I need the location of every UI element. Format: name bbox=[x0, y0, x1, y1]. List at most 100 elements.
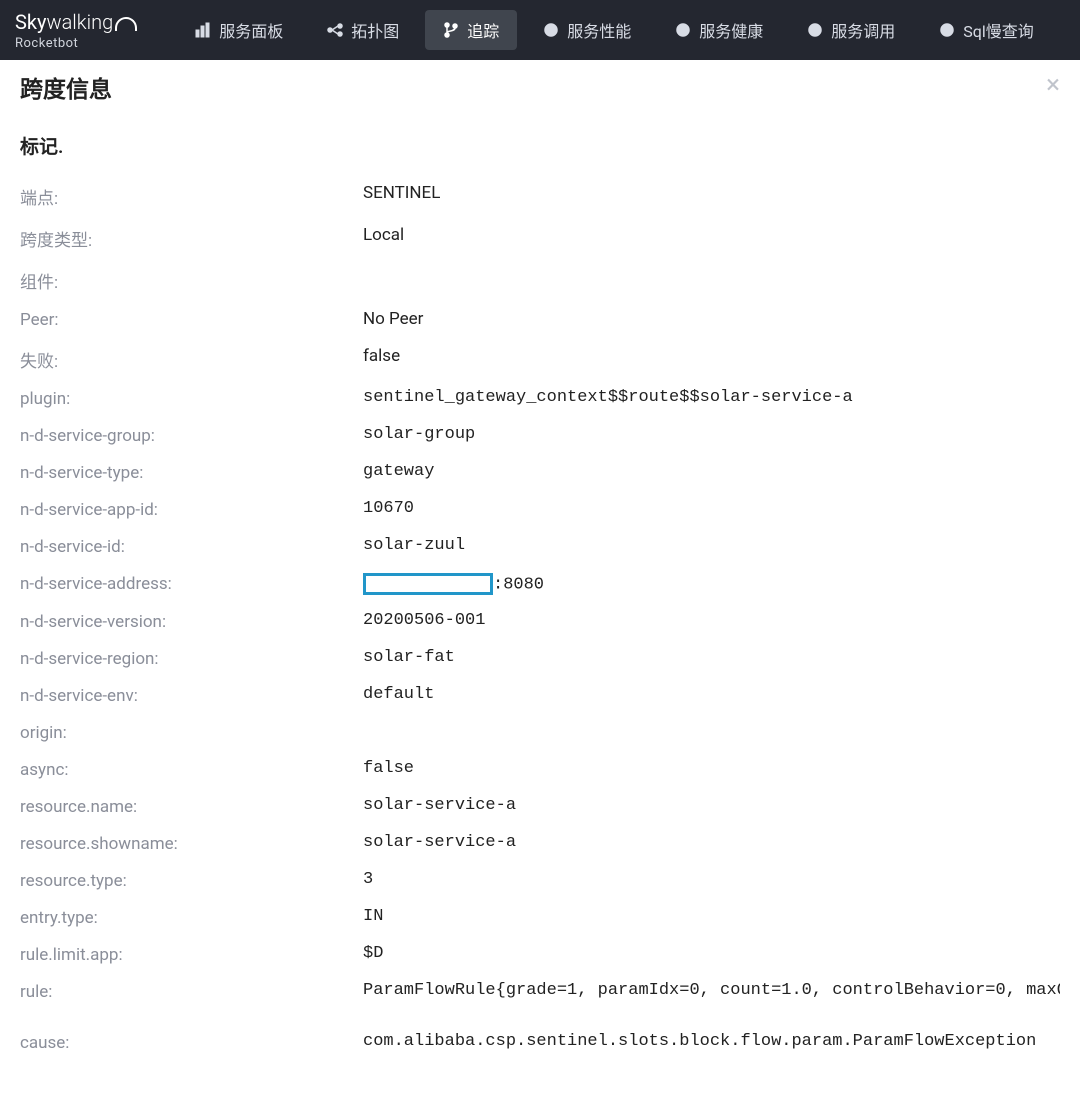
detail-row: rule.limit.app:$D bbox=[20, 944, 1060, 965]
detail-value: solar-service-a bbox=[363, 796, 1060, 815]
detail-value-wrap: solar-group bbox=[363, 425, 1060, 444]
span-detail-panel: × 跨度信息 标记. 端点:SENTINEL 跨度类型:Local 组件: Peer:… bbox=[0, 60, 1080, 1093]
detail-value: Local bbox=[363, 225, 1060, 245]
detail-row: rule:ParamFlowRule{grade=1, paramIdx=0, … bbox=[20, 981, 1060, 1016]
detail-key: n-d-service-env: bbox=[20, 685, 363, 706]
detail-row: resource.name:solar-service-a bbox=[20, 796, 1060, 817]
detail-value-wrap: solar-service-a bbox=[363, 833, 1060, 852]
detail-key: rule.limit.app: bbox=[20, 944, 363, 965]
gauge-icon bbox=[939, 22, 955, 38]
detail-key: n-d-service-region: bbox=[20, 648, 363, 669]
detail-value: $D bbox=[363, 944, 1060, 963]
nav-tab-2[interactable]: 追踪 bbox=[425, 10, 517, 50]
detail-value: 20200506-001 bbox=[363, 611, 1060, 630]
detail-row: plugin:sentinel_gateway_context$$route$$… bbox=[20, 388, 1060, 409]
detail-key: async: bbox=[20, 759, 363, 780]
close-button[interactable]: × bbox=[1046, 72, 1060, 98]
detail-row: entry.type:IN bbox=[20, 907, 1060, 928]
nav-tab-label: 服务健康 bbox=[699, 18, 763, 42]
nav-tab-5[interactable]: 服务调用 bbox=[789, 10, 913, 50]
detail-row: 端点:SENTINEL bbox=[20, 183, 1060, 209]
chart-bar-icon bbox=[195, 22, 211, 38]
detail-row: Peer:No Peer bbox=[20, 309, 1060, 330]
detail-value: 3 bbox=[363, 870, 1060, 889]
nav-tab-label: 服务调用 bbox=[831, 18, 895, 42]
nav-tab-label: 服务性能 bbox=[567, 18, 631, 42]
detail-value-wrap: false bbox=[363, 759, 1060, 778]
detail-row: 失败:false bbox=[20, 346, 1060, 372]
details-list: 端点:SENTINEL跨度类型:Local组件:Peer:No Peer失败:f… bbox=[20, 183, 1060, 1053]
nav-tab-label: 拓扑图 bbox=[351, 18, 399, 42]
panel-title: 跨度信息 bbox=[20, 70, 1060, 104]
detail-row: n-d-service-region:solar-fat bbox=[20, 648, 1060, 669]
top-nav-bar: Skywalking Rocketbot 服务面板拓扑图追踪服务性能服务健康服务… bbox=[0, 0, 1080, 60]
nav-tab-0[interactable]: 服务面板 bbox=[177, 10, 301, 50]
detail-row: n-d-service-app-id:10670 bbox=[20, 499, 1060, 520]
detail-row: n-d-service-address::8080 bbox=[20, 573, 1060, 595]
detail-value: com.alibaba.csp.sentinel.slots.block.flo… bbox=[363, 1032, 1060, 1051]
detail-value-wrap: gateway bbox=[363, 462, 1060, 481]
logo-subtext: Rocketbot bbox=[15, 36, 137, 51]
detail-key: 组件: bbox=[20, 267, 363, 293]
detail-key: rule: bbox=[20, 981, 363, 1002]
detail-value: No Peer bbox=[363, 309, 1060, 329]
section-title: 标记. bbox=[20, 132, 1060, 159]
nav-tab-4[interactable]: 服务健康 bbox=[657, 10, 781, 50]
detail-key: n-d-service-group: bbox=[20, 425, 363, 446]
detail-key: 失败: bbox=[20, 346, 363, 372]
detail-value: gateway bbox=[363, 462, 1060, 481]
nav-tab-label: Sql慢查询 bbox=[963, 18, 1034, 42]
detail-key: n-d-service-version: bbox=[20, 611, 363, 632]
detail-row: n-d-service-env:default bbox=[20, 685, 1060, 706]
nav-tab-6[interactable]: Sql慢查询 bbox=[921, 10, 1052, 50]
detail-row: n-d-service-version:20200506-001 bbox=[20, 611, 1060, 632]
detail-value-wrap: SENTINEL bbox=[363, 183, 1060, 203]
detail-value-wrap: 20200506-001 bbox=[363, 611, 1060, 630]
detail-row: resource.type:3 bbox=[20, 870, 1060, 891]
nav-tab-1[interactable]: 拓扑图 bbox=[309, 10, 417, 50]
gauge-icon bbox=[675, 22, 691, 38]
detail-key: plugin: bbox=[20, 388, 363, 409]
detail-value: solar-fat bbox=[363, 648, 1060, 667]
detail-value: :8080 bbox=[363, 573, 1060, 595]
detail-row: n-d-service-type:gateway bbox=[20, 462, 1060, 483]
redacted-box bbox=[363, 573, 493, 595]
logo-arc-icon bbox=[115, 17, 137, 31]
detail-value-wrap: sentinel_gateway_context$$route$$solar-s… bbox=[363, 388, 1060, 407]
detail-key: 端点: bbox=[20, 183, 363, 209]
detail-value: false bbox=[363, 346, 1060, 366]
detail-row: n-d-service-id:solar-zuul bbox=[20, 536, 1060, 557]
detail-value-wrap: com.alibaba.csp.sentinel.slots.block.flo… bbox=[363, 1032, 1060, 1051]
detail-row: resource.showname:solar-service-a bbox=[20, 833, 1060, 854]
nav-tab-3[interactable]: 服务性能 bbox=[525, 10, 649, 50]
detail-row: cause:com.alibaba.csp.sentinel.slots.blo… bbox=[20, 1032, 1060, 1053]
detail-value-wrap: default bbox=[363, 685, 1060, 704]
detail-value: default bbox=[363, 685, 1060, 704]
branch-icon bbox=[443, 22, 459, 38]
detail-value: ParamFlowRule{grade=1, paramIdx=0, count… bbox=[363, 981, 1060, 1000]
detail-key: n-d-service-type: bbox=[20, 462, 363, 483]
detail-key: n-d-service-address: bbox=[20, 573, 363, 594]
detail-value: solar-zuul bbox=[363, 536, 1060, 555]
detail-row: origin: bbox=[20, 722, 1060, 743]
nav-tab-label: 追踪 bbox=[467, 18, 499, 42]
detail-key: 跨度类型: bbox=[20, 225, 363, 251]
logo-text-sky: Sky bbox=[15, 10, 46, 34]
detail-key: entry.type: bbox=[20, 907, 363, 928]
nav-tab-label: 服务面板 bbox=[219, 18, 283, 42]
detail-value-wrap: IN bbox=[363, 907, 1060, 926]
gauge-icon bbox=[807, 22, 823, 38]
detail-value-wrap: No Peer bbox=[363, 309, 1060, 329]
detail-value: solar-service-a bbox=[363, 833, 1060, 852]
detail-value-wrap: solar-zuul bbox=[363, 536, 1060, 555]
detail-key: Peer: bbox=[20, 309, 363, 330]
detail-value-wrap[interactable]: ParamFlowRule{grade=1, paramIdx=0, count… bbox=[363, 981, 1060, 1016]
detail-key: origin: bbox=[20, 722, 363, 743]
detail-value-wrap: Local bbox=[363, 225, 1060, 245]
detail-row: async:false bbox=[20, 759, 1060, 780]
detail-value-wrap: solar-fat bbox=[363, 648, 1060, 667]
detail-row: n-d-service-group:solar-group bbox=[20, 425, 1060, 446]
detail-value: false bbox=[363, 759, 1060, 778]
detail-value: SENTINEL bbox=[363, 183, 1060, 203]
detail-value-wrap: $D bbox=[363, 944, 1060, 963]
